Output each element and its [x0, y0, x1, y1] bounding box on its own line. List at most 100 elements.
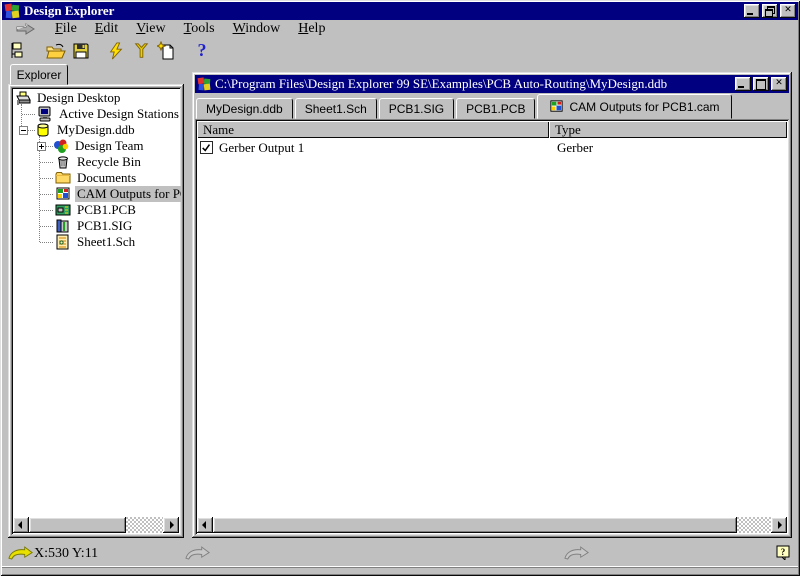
doc-close-icon[interactable] — [771, 77, 787, 91]
document-icon — [197, 77, 211, 91]
toolbar: ? — [2, 38, 798, 63]
tree-item-design-team[interactable]: Design Team — [35, 138, 181, 154]
new-document-button[interactable] — [155, 39, 179, 62]
column-header-name[interactable]: Name — [197, 121, 549, 138]
tab-explorer[interactable]: Explorer — [10, 64, 68, 85]
sig-icon — [55, 218, 71, 234]
output-name: Gerber Output 1 — [219, 140, 304, 156]
tab-label: PCB1.SIG — [389, 102, 444, 116]
open-document-button[interactable] — [44, 39, 68, 62]
tree-connector — [40, 194, 53, 195]
tree-item-documents[interactable]: Documents — [55, 170, 181, 186]
desktop-icon — [15, 90, 31, 106]
explorer-toggle-button[interactable] — [6, 39, 30, 62]
document-window: C:\Program Files\Design Explorer 99 SE\E… — [192, 72, 792, 538]
tree-connector — [40, 162, 53, 163]
compile-button[interactable] — [104, 39, 128, 62]
document-tabs: MyDesign.ddb Sheet1.Sch PCB1.SIG PCB1.PCB CA… — [195, 94, 789, 119]
doc-minimize-icon[interactable] — [735, 77, 751, 91]
tree-connector — [22, 114, 35, 115]
help-button[interactable]: ? — [190, 39, 214, 62]
help-icon[interactable]: ? — [776, 545, 790, 560]
scroll-right-icon[interactable] — [771, 517, 787, 533]
menu-file[interactable]: File — [46, 21, 86, 37]
explorer-panel: Explorer Design DesktopActive Design Sta… — [8, 64, 184, 538]
explorer-toggle-icon — [8, 41, 28, 61]
design-explorer-window: Design Explorer FileEditViewToolsWindowH… — [0, 0, 800, 576]
tab-mydesign-ddb[interactable]: MyDesign.ddb — [196, 98, 293, 119]
tree-connector — [40, 226, 53, 227]
restore-icon[interactable] — [762, 4, 778, 18]
pcb-icon — [55, 202, 71, 218]
compile-icon — [107, 41, 125, 61]
tree-item-design-desktop[interactable]: Design Desktop — [15, 90, 181, 106]
tree-item-label: PCB1.PCB — [75, 202, 138, 218]
tab-sheet1-sch[interactable]: Sheet1.Sch — [295, 98, 377, 119]
menu-tools[interactable]: Tools — [175, 21, 224, 37]
doc-maximize-icon[interactable] — [753, 77, 769, 91]
tree-item-active-design-stations[interactable]: Active Design Stations — [37, 106, 181, 122]
explorer-tab-label: Explorer — [17, 68, 62, 82]
menu-window[interactable]: Window — [224, 21, 290, 37]
close-icon[interactable] — [780, 4, 796, 18]
tree-item-recycle-bin[interactable]: Recycle Bin — [55, 154, 181, 170]
scrollbar-track[interactable] — [126, 517, 163, 533]
tree-item-pcb1-sig[interactable]: PCB1.SIG — [55, 218, 181, 234]
scroll-right-icon[interactable] — [163, 517, 179, 533]
bottom-edge — [2, 566, 798, 568]
tree-item-cam-outputs-for-pcb1-cam[interactable]: CAM Outputs for PCB1.cam — [55, 186, 181, 202]
window-title: Design Explorer — [24, 3, 740, 19]
tab-label: Sheet1.Sch — [305, 102, 367, 116]
menu-help[interactable]: Help — [289, 21, 334, 37]
tree-connector — [40, 178, 53, 179]
options-icon — [132, 41, 150, 61]
sch-icon — [55, 234, 71, 250]
cursor-coordinates: X:530 Y:11 — [34, 546, 98, 562]
scrollbar-track[interactable] — [737, 517, 771, 533]
output-type: Gerber — [557, 140, 593, 156]
expand-icon[interactable] — [35, 142, 48, 151]
tree-item-label: Design Desktop — [35, 90, 122, 106]
explorer-hscrollbar[interactable] — [13, 517, 179, 533]
tree-item-label: CAM Outputs for PCB1.cam — [75, 186, 181, 202]
scroll-left-icon[interactable] — [197, 517, 213, 533]
scrollbar-thumb[interactable] — [29, 517, 126, 533]
minimize-icon[interactable] — [744, 4, 760, 18]
tree-item-mydesign-ddb[interactable]: MyDesign.ddb — [17, 122, 181, 138]
tab-label: CAM Outputs for PCB1.cam — [569, 100, 719, 114]
collapse-icon[interactable] — [17, 126, 30, 135]
main-titlebar[interactable]: Design Explorer — [2, 2, 798, 20]
options-button[interactable] — [129, 39, 153, 62]
help-icon: ? — [198, 40, 207, 61]
tree-item-label: Sheet1.Sch — [75, 234, 137, 250]
menu-edit[interactable]: Edit — [86, 21, 127, 37]
save-button[interactable] — [69, 39, 93, 62]
table-row[interactable]: Gerber Output 1 Gerber — [197, 139, 787, 156]
document-titlebar[interactable]: C:\Program Files\Design Explorer 99 SE\E… — [195, 75, 789, 93]
tab-cam-outputs-for-pcb1-cam[interactable]: CAM Outputs for PCB1.cam — [537, 94, 731, 119]
tree-item-label: Active Design Stations — [57, 106, 181, 122]
tree-connector — [40, 242, 53, 243]
tab-label: MyDesign.ddb — [206, 102, 283, 116]
document-path: C:\Program Files\Design Explorer 99 SE\E… — [215, 76, 731, 92]
team-icon — [53, 138, 69, 154]
menu-view[interactable]: View — [127, 21, 175, 37]
scrollbar-thumb[interactable] — [213, 517, 737, 533]
swoosh-arrow-grey-icon — [185, 546, 211, 561]
folder-icon — [55, 170, 71, 186]
svg-text:?: ? — [781, 547, 786, 557]
explorer-panel-body: Design DesktopActive Design StationsMyDe… — [8, 84, 184, 538]
checkbox-checked[interactable] — [200, 141, 213, 154]
cam-icon — [549, 99, 564, 114]
column-header-type[interactable]: Type — [549, 121, 787, 138]
scroll-left-icon[interactable] — [13, 517, 29, 533]
tab-pcb1-sig[interactable]: PCB1.SIG — [379, 98, 454, 119]
tab-pcb1-pcb[interactable]: PCB1.PCB — [456, 98, 535, 119]
tree-item-sheet1-sch[interactable]: Sheet1.Sch — [55, 234, 181, 250]
document-hscrollbar[interactable] — [197, 517, 787, 533]
database-icon — [35, 122, 51, 138]
tree-item-label: Design Team — [73, 138, 146, 154]
new-document-icon — [157, 41, 177, 61]
menu-arrow-icon — [16, 22, 36, 36]
tree-item-pcb1-pcb[interactable]: PCB1.PCB — [55, 202, 181, 218]
